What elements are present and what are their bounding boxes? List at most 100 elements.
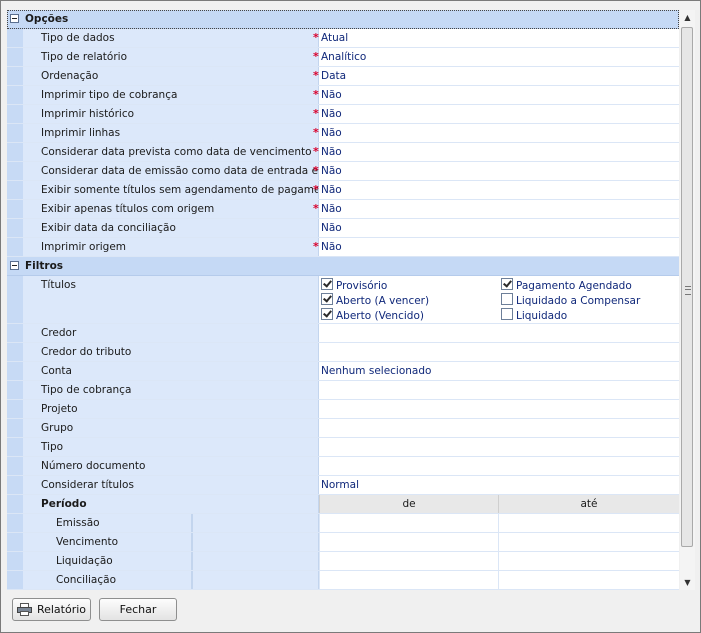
filter-row[interactable]: Número documento [7, 457, 679, 476]
collapse-minus-icon[interactable] [10, 261, 19, 270]
periodo-de-input[interactable] [319, 533, 498, 551]
periodo-ate-input[interactable] [498, 533, 679, 551]
filter-row[interactable]: Conta Nenhum selecionado [7, 362, 679, 381]
row-gutter [7, 362, 23, 380]
option-row[interactable]: Imprimir origem * Não [7, 238, 679, 257]
titulo-checkbox[interactable]: Aberto (A vencer) [321, 293, 429, 308]
filter-row[interactable]: Tipo [7, 438, 679, 457]
property-label: Tipo de cobrança [23, 381, 319, 399]
titulo-checkbox[interactable]: Liquidado [501, 308, 567, 323]
property-value[interactable]: Não [321, 143, 342, 161]
row-gutter [7, 219, 23, 237]
property-value[interactable]: Não [321, 162, 342, 180]
filter-row[interactable]: Considerar títulos Normal [7, 476, 679, 495]
row-gutter [7, 438, 23, 456]
titulo-checkbox[interactable]: Aberto (Vencido) [321, 308, 424, 323]
vertical-scrollbar[interactable]: ▲ ▼ [680, 10, 695, 590]
filter-row[interactable]: Grupo [7, 419, 679, 438]
option-row[interactable]: Imprimir tipo de cobrança * Não [7, 86, 679, 105]
option-row[interactable]: Ordenação * Data [7, 67, 679, 86]
periodo-row-label: Vencimento [23, 533, 192, 551]
property-value[interactable]: Analítico [321, 48, 366, 66]
group-title: Filtros [25, 260, 64, 272]
option-row[interactable]: Considerar data prevista como data de ve… [7, 143, 679, 162]
periodo-header-row: Período de até [7, 495, 679, 514]
titulo-checkbox[interactable]: Provisório [321, 278, 387, 293]
periodo-de-input[interactable] [319, 514, 498, 532]
checked-checkbox-icon[interactable] [321, 308, 333, 320]
filter-row[interactable]: Projeto [7, 400, 679, 419]
relatorio-button-label: Relatório [36, 603, 87, 616]
option-row[interactable]: Imprimir linhas * Não [7, 124, 679, 143]
periodo-de-input[interactable] [319, 552, 498, 570]
property-label: Credor do tributo [23, 343, 319, 361]
periodo-de-input[interactable] [319, 571, 498, 589]
option-row[interactable]: Imprimir histórico * Não [7, 105, 679, 124]
periodo-row-label: Liquidação [23, 552, 192, 570]
scroll-down-arrow-icon[interactable]: ▼ [680, 575, 695, 590]
checkbox-label: Provisório [336, 280, 388, 292]
property-value[interactable]: Nenhum selecionado [321, 362, 431, 380]
option-row[interactable]: Exibir somente títulos sem agendamento d… [7, 181, 679, 200]
property-label: Exibir data da conciliação [23, 219, 319, 237]
property-value[interactable]: Não [321, 86, 342, 104]
checkbox-label: Aberto (Vencido) [336, 310, 424, 322]
filter-row[interactable]: Credor [7, 324, 679, 343]
row-gutter [7, 400, 23, 418]
row-gutter [7, 276, 23, 323]
property-label: Credor [23, 324, 319, 342]
property-label: Tipo [23, 438, 319, 456]
option-row[interactable]: Exibir apenas títulos com origem * Não [7, 200, 679, 219]
property-label: Tipo de dados [23, 29, 319, 47]
property-value[interactable]: Não [321, 181, 342, 199]
group-filtros[interactable]: Filtros [7, 257, 679, 276]
required-marker: * [313, 202, 319, 215]
option-row[interactable]: Tipo de dados * Atual [7, 29, 679, 48]
checked-checkbox-icon[interactable] [321, 278, 333, 290]
property-label: Considerar data de emissão como data de … [23, 162, 319, 180]
periodo-ate-input[interactable] [498, 552, 679, 570]
required-marker: * [313, 240, 319, 253]
unchecked-checkbox-icon[interactable] [501, 308, 513, 320]
periodo-spacer [192, 571, 319, 589]
titulo-checkbox[interactable]: Pagamento Agendado [501, 278, 632, 293]
checked-checkbox-icon[interactable] [321, 293, 333, 305]
required-marker: * [313, 126, 319, 139]
option-row[interactable]: Considerar data de emissão como data de … [7, 162, 679, 181]
checkbox-label: Aberto (A vencer) [336, 295, 430, 307]
option-row[interactable]: Exibir data da conciliação Não [7, 219, 679, 238]
row-gutter [7, 476, 23, 494]
property-value[interactable]: Normal [321, 476, 359, 494]
option-row[interactable]: Tipo de relatório * Analítico [7, 48, 679, 67]
property-value[interactable]: Não [321, 219, 342, 237]
fechar-button[interactable]: Fechar [99, 598, 177, 621]
property-value[interactable]: Não [321, 200, 342, 218]
periodo-spacer [192, 552, 319, 570]
unchecked-checkbox-icon[interactable] [501, 293, 513, 305]
row-gutter [7, 181, 23, 199]
property-value[interactable]: Data [321, 67, 346, 85]
property-value[interactable]: Não [321, 124, 342, 142]
property-grid[interactable]: Opções Tipo de dados * Atual Tipo de relatór… [7, 10, 679, 590]
periodo-ate-input[interactable] [498, 571, 679, 589]
filter-row[interactable]: Credor do tributo [7, 343, 679, 362]
required-marker: * [313, 69, 319, 82]
filter-row[interactable]: Tipo de cobrança [7, 381, 679, 400]
checked-checkbox-icon[interactable] [501, 278, 513, 290]
row-gutter [7, 324, 23, 342]
scroll-up-arrow-icon[interactable]: ▲ [680, 10, 695, 25]
group-opcoes[interactable]: Opções [7, 10, 679, 29]
relatorio-button[interactable]: Relatório [12, 598, 91, 621]
periodo-ate-input[interactable] [498, 514, 679, 532]
row-gutter [7, 124, 23, 142]
collapse-minus-icon[interactable] [10, 14, 19, 23]
row-gutter [7, 162, 23, 180]
required-marker: * [313, 107, 319, 120]
checkbox-label: Liquidado [516, 310, 568, 322]
property-value[interactable]: Atual [321, 29, 348, 47]
scroll-thumb[interactable] [681, 27, 693, 547]
row-gutter [7, 381, 23, 399]
titulo-checkbox[interactable]: Liquidado a Compensar [501, 293, 640, 308]
property-value[interactable]: Não [321, 105, 342, 123]
property-value[interactable]: Não [321, 238, 342, 256]
